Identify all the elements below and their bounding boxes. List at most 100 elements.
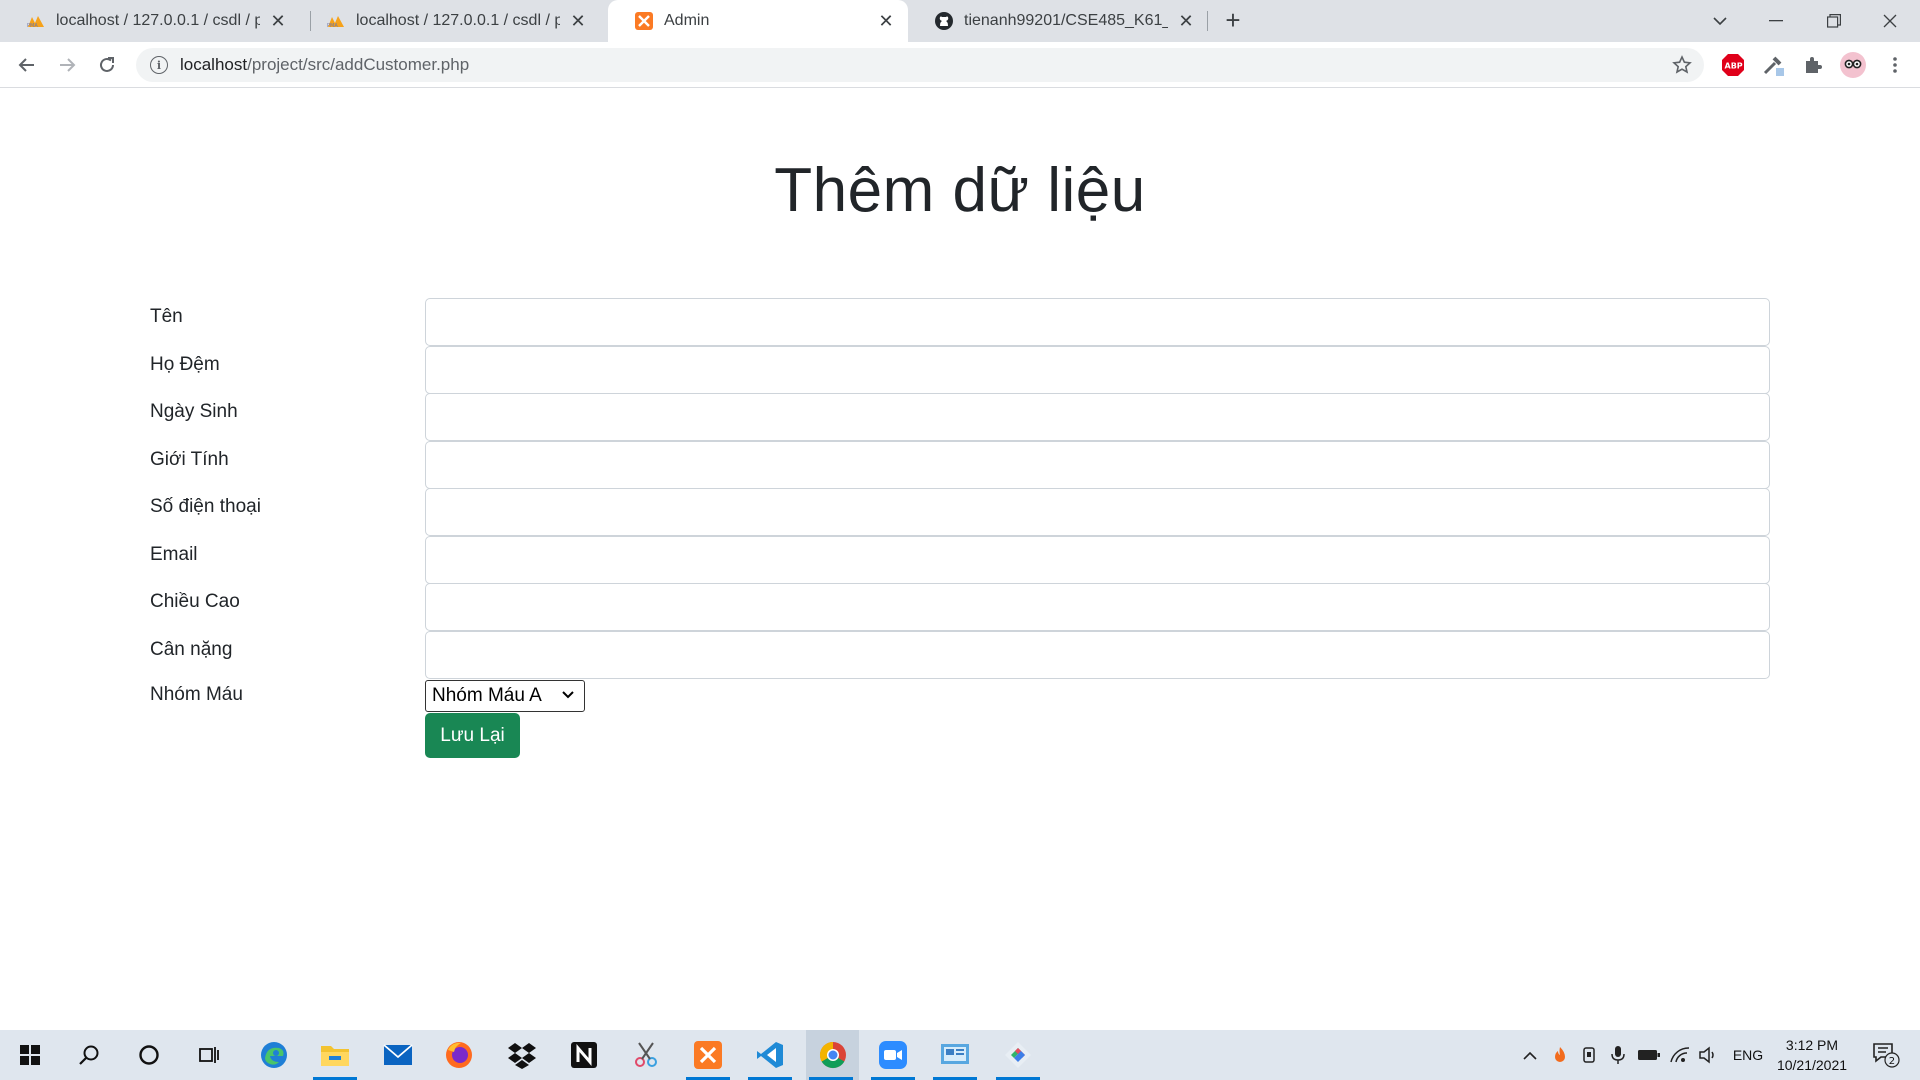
field-label: Họ Đệm: [150, 354, 220, 375]
form-row-ho-dem: Họ Đệm: [150, 346, 1770, 394]
close-icon[interactable]: ✕: [268, 11, 288, 31]
url-path: /project/src/addCustomer.php: [247, 55, 470, 74]
svg-text:ABP: ABP: [1725, 62, 1743, 71]
tab-admin[interactable]: Admin ✕: [608, 0, 908, 42]
chevron-up-icon[interactable]: [1518, 1030, 1542, 1080]
address-bar[interactable]: i localhost/project/src/addCustomer.php: [136, 48, 1704, 82]
adblock-plus-icon[interactable]: ABP: [1718, 50, 1748, 80]
tab-title: localhost / 127.0.0.1 / csdl / patie: [356, 12, 560, 29]
field-label: Email: [150, 544, 198, 565]
windows-start-icon[interactable]: [5, 1030, 55, 1080]
tab-title: tienanh99201/CSE485_K61_KTGK: [964, 12, 1168, 29]
site-info-icon[interactable]: i: [150, 56, 168, 74]
clock[interactable]: 3:12 PM 10/21/2021: [1762, 1035, 1862, 1075]
clock-date: 10/21/2021: [1776, 1057, 1848, 1073]
notification-count: 2: [1889, 1056, 1895, 1067]
form-row-so-dien-thoai: Số điện thoại: [150, 488, 1770, 536]
browser-tab-bar: PMA localhost / 127.0.0.1 / csdl / patie…: [0, 0, 1920, 42]
field-label: Chiều Cao: [150, 591, 240, 612]
phone-input[interactable]: [425, 488, 1770, 536]
notion-icon[interactable]: [559, 1030, 609, 1080]
page-title: Thêm dữ liệu: [774, 156, 1146, 225]
eyedropper-extension-icon[interactable]: [1758, 50, 1788, 80]
device-tray-icon[interactable]: [1577, 1030, 1601, 1080]
xampp-icon: [634, 11, 654, 31]
task-view-icon[interactable]: [184, 1030, 234, 1080]
wifi-icon[interactable]: [1667, 1030, 1693, 1080]
vscode-icon[interactable]: [745, 1030, 795, 1080]
tab-title: localhost / 127.0.0.1 / csdl / patie: [56, 12, 260, 29]
minimize-button[interactable]: [1748, 0, 1804, 42]
field-label: Tên: [150, 306, 183, 327]
microphone-icon[interactable]: [1606, 1030, 1630, 1080]
extensions-puzzle-icon[interactable]: [1798, 50, 1828, 80]
field-label: Cân nặng: [150, 639, 233, 660]
phpmyadmin-icon: PMA: [26, 11, 46, 31]
save-button[interactable]: Lưu Lại: [425, 713, 520, 758]
tab-phpmyadmin-2[interactable]: PMA localhost / 127.0.0.1 / csdl / patie…: [300, 0, 600, 42]
chieu-cao-input[interactable]: [425, 583, 1770, 631]
ngay-sinh-input[interactable]: [425, 393, 1770, 441]
dropbox-icon[interactable]: [497, 1030, 547, 1080]
svg-text:PMA: PMA: [27, 23, 38, 28]
blood-type-label: Nhóm Máu: [150, 684, 243, 705]
form-row-can-nang: Cân nặng: [150, 631, 1770, 679]
flame-tray-icon[interactable]: [1548, 1030, 1572, 1080]
form-row-ten: Tên: [150, 298, 1770, 346]
sourcetree-icon[interactable]: [993, 1030, 1043, 1080]
battery-icon[interactable]: [1636, 1030, 1662, 1080]
blood-type-select[interactable]: Nhóm Máu A: [425, 680, 585, 712]
clock-time: 3:12 PM: [1785, 1037, 1839, 1053]
chevron-down-icon: [562, 691, 574, 699]
menu-kebab-icon[interactable]: [1880, 50, 1910, 80]
notification-center-icon[interactable]: 2: [1866, 1030, 1906, 1080]
snip-sketch-icon[interactable]: [621, 1030, 671, 1080]
close-icon[interactable]: ✕: [1176, 11, 1196, 31]
tab-github[interactable]: tienanh99201/CSE485_K61_KTGK ✕: [908, 0, 1208, 42]
new-tab-button[interactable]: +: [1220, 7, 1246, 34]
url-host: localhost: [180, 55, 248, 74]
file-explorer-icon[interactable]: [310, 1030, 360, 1080]
back-arrow-icon[interactable]: [12, 50, 42, 80]
restore-button[interactable]: [1806, 0, 1862, 42]
edge-icon[interactable]: [249, 1030, 299, 1080]
gioi-tinh-input[interactable]: [425, 441, 1770, 489]
chrome-icon[interactable]: [806, 1030, 859, 1080]
windows-taskbar: ENG 3:12 PM 10/21/2021 2: [0, 1030, 1920, 1080]
tab-search-chevron-icon[interactable]: [1692, 0, 1748, 42]
tab-separator: [1207, 11, 1208, 31]
close-window-button[interactable]: [1862, 0, 1918, 42]
tab-phpmyadmin-1[interactable]: PMA localhost / 127.0.0.1 / csdl / patie…: [0, 0, 300, 42]
tab-title: Admin: [664, 12, 710, 29]
email-input[interactable]: [425, 536, 1770, 584]
forward-arrow-icon[interactable]: [52, 50, 82, 80]
url-text: localhost/project/src/addCustomer.php: [180, 55, 469, 75]
control-panel-icon[interactable]: [930, 1030, 980, 1080]
form-row-gioi-tinh: Giới Tính: [150, 441, 1770, 489]
zoom-icon[interactable]: [868, 1030, 918, 1080]
close-icon[interactable]: ✕: [568, 11, 588, 31]
browser-toolbar: i localhost/project/src/addCustomer.php …: [0, 42, 1920, 88]
field-label: Ngày Sinh: [150, 401, 238, 422]
speaker-icon[interactable]: [1696, 1030, 1720, 1080]
firefox-icon[interactable]: [434, 1030, 484, 1080]
field-label: Số điện thoại: [150, 496, 261, 517]
cortana-icon[interactable]: [124, 1030, 174, 1080]
svg-text:PMA: PMA: [327, 23, 338, 28]
bookmark-star-icon[interactable]: [1670, 53, 1694, 77]
field-label: Giới Tính: [150, 449, 229, 470]
ho-dem-input[interactable]: [425, 346, 1770, 394]
ten-input[interactable]: [425, 298, 1770, 346]
profile-avatar-icon[interactable]: [1838, 50, 1868, 80]
form-row-email: Email: [150, 536, 1770, 584]
github-icon: [934, 11, 954, 31]
close-icon[interactable]: ✕: [876, 11, 896, 31]
mail-icon[interactable]: [373, 1030, 423, 1080]
reload-icon[interactable]: [92, 50, 122, 80]
phpmyadmin-icon: PMA: [326, 11, 346, 31]
search-icon[interactable]: [64, 1030, 114, 1080]
can-nang-input[interactable]: [425, 631, 1770, 679]
xampp-taskbar-icon[interactable]: [683, 1030, 733, 1080]
blood-type-selected: Nhóm Máu A: [432, 685, 542, 706]
form-row-ngay-sinh: Ngày Sinh: [150, 393, 1770, 441]
